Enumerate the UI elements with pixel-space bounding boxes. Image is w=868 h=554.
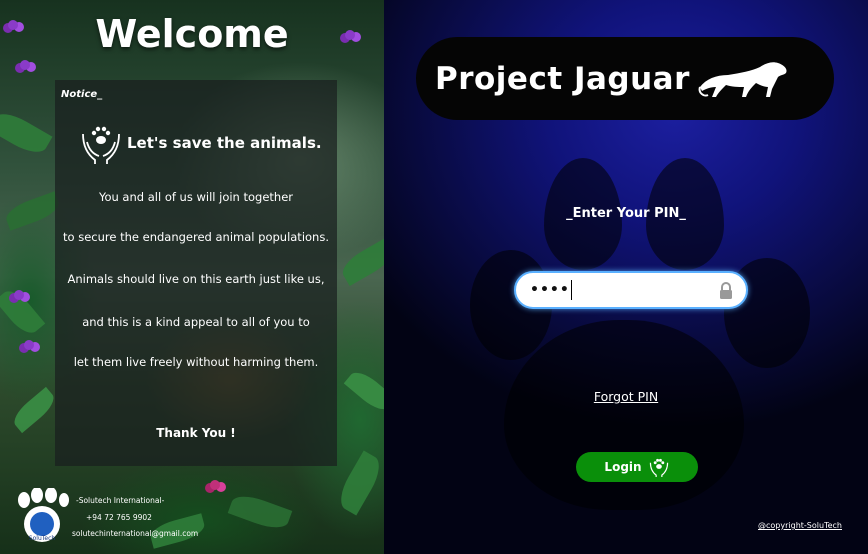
forgot-pin-link[interactable]: Forgot PIN — [384, 389, 868, 404]
hands-paw-icon — [82, 126, 120, 164]
app-title: Project Jaguar — [435, 60, 690, 97]
notice-label: Notice_ — [61, 89, 103, 100]
pin-value: •••• — [530, 282, 570, 298]
login-label: Login — [604, 460, 642, 474]
notice-line-3: Animals should live on this earth just l… — [67, 272, 325, 286]
logo-text: SoluTech — [29, 535, 56, 542]
notice-line-4: and this is a kind appeal to all of you … — [82, 315, 310, 329]
solutech-logo: SoluTech — [18, 488, 69, 542]
notice-panel: Notice_ Let's save the animals. You and … — [55, 80, 337, 466]
login-panel: Project Jaguar _Enter Your PIN_ •••• For… — [384, 0, 868, 554]
login-button[interactable]: Login — [576, 452, 698, 482]
lock-icon — [720, 282, 732, 299]
copyright-text: @copyright-SoluTech — [758, 521, 842, 530]
pin-input[interactable]: •••• — [514, 271, 748, 309]
jaguar-icon — [698, 61, 787, 97]
hands-paw-icon — [649, 458, 668, 477]
save-animals-heading: Let's save the animals. — [127, 134, 322, 152]
company-phone: +94 72 765 9902 — [86, 513, 152, 522]
company-email: solutechinternational@gmail.com — [72, 529, 199, 538]
notice-line-1: You and all of us will join together — [98, 190, 294, 204]
save-animals-row: Let's save the animals. — [79, 120, 322, 166]
pin-label: _Enter Your PIN_ — [566, 206, 686, 221]
company-name: -Solutech International- — [76, 496, 165, 505]
thank-you-text: Thank You ! — [156, 426, 236, 440]
notice-line-5: let them live freely without harming the… — [73, 355, 319, 369]
left-panel: Welcome Notice_ Let's save the animals. … — [0, 0, 384, 554]
text-caret — [570, 280, 572, 300]
welcome-heading: Welcome — [95, 12, 289, 56]
title-banner: Project Jaguar — [416, 37, 834, 120]
notice-line-2: to secure the endangered animal populati… — [63, 230, 329, 244]
